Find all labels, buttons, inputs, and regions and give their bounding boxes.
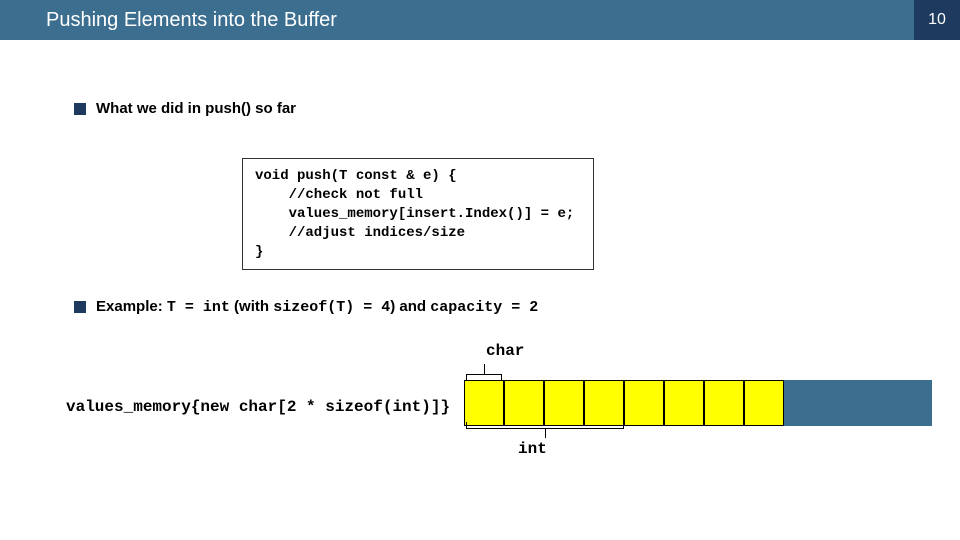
bullet-2-mid2: ) and — [390, 298, 430, 315]
bullet-2-mono-1: T = int — [167, 299, 230, 316]
bullet-2-prefix: Example: — [96, 298, 167, 315]
mem-cell — [664, 380, 704, 426]
titlebar: Pushing Elements into the Buffer 10 — [0, 0, 960, 40]
code-line-2: //check not full — [255, 187, 423, 203]
bullet-2: Example: T = int (with sizeof(T) = 4) an… — [74, 298, 538, 316]
mem-block-blue — [784, 380, 932, 426]
slide-title: Pushing Elements into the Buffer — [0, 0, 914, 40]
code-line-5: } — [255, 244, 263, 260]
mem-cell — [624, 380, 664, 426]
bullet-2-text: Example: T = int (with sizeof(T) = 4) an… — [96, 298, 538, 316]
code-block: void push(T const & e) { //check not ful… — [242, 158, 594, 270]
mem-cell — [504, 380, 544, 426]
mem-cell — [544, 380, 584, 426]
mem-cell — [704, 380, 744, 426]
bullet-square-icon — [74, 301, 86, 313]
page-number: 10 — [914, 0, 960, 40]
code-line-1: void push(T const & e) { — [255, 168, 457, 184]
bullet-2-mono-2: sizeof(T) = 4 — [273, 299, 390, 316]
code-line-3: values_memory[insert.Index()] = e; — [255, 206, 574, 222]
int-label: int — [518, 440, 547, 458]
slide: Pushing Elements into the Buffer 10 What… — [0, 0, 960, 540]
char-bracket — [466, 364, 502, 376]
bullet-1-text: What we did in push() so far — [96, 100, 296, 117]
bullet-1: What we did in push() so far — [74, 100, 296, 117]
int-bracket — [466, 428, 624, 440]
bullet-2-mid: (with — [230, 298, 273, 315]
memory-expression: values_memory{new char[2 * sizeof(int)]} — [66, 398, 450, 416]
mem-cell — [464, 380, 504, 426]
char-label: char — [486, 342, 524, 360]
mem-cell — [744, 380, 784, 426]
mem-cell — [584, 380, 624, 426]
code-line-4: //adjust indices/size — [255, 225, 465, 241]
bullet-2-mono-3: capacity = 2 — [430, 299, 538, 316]
bullet-square-icon — [74, 103, 86, 115]
